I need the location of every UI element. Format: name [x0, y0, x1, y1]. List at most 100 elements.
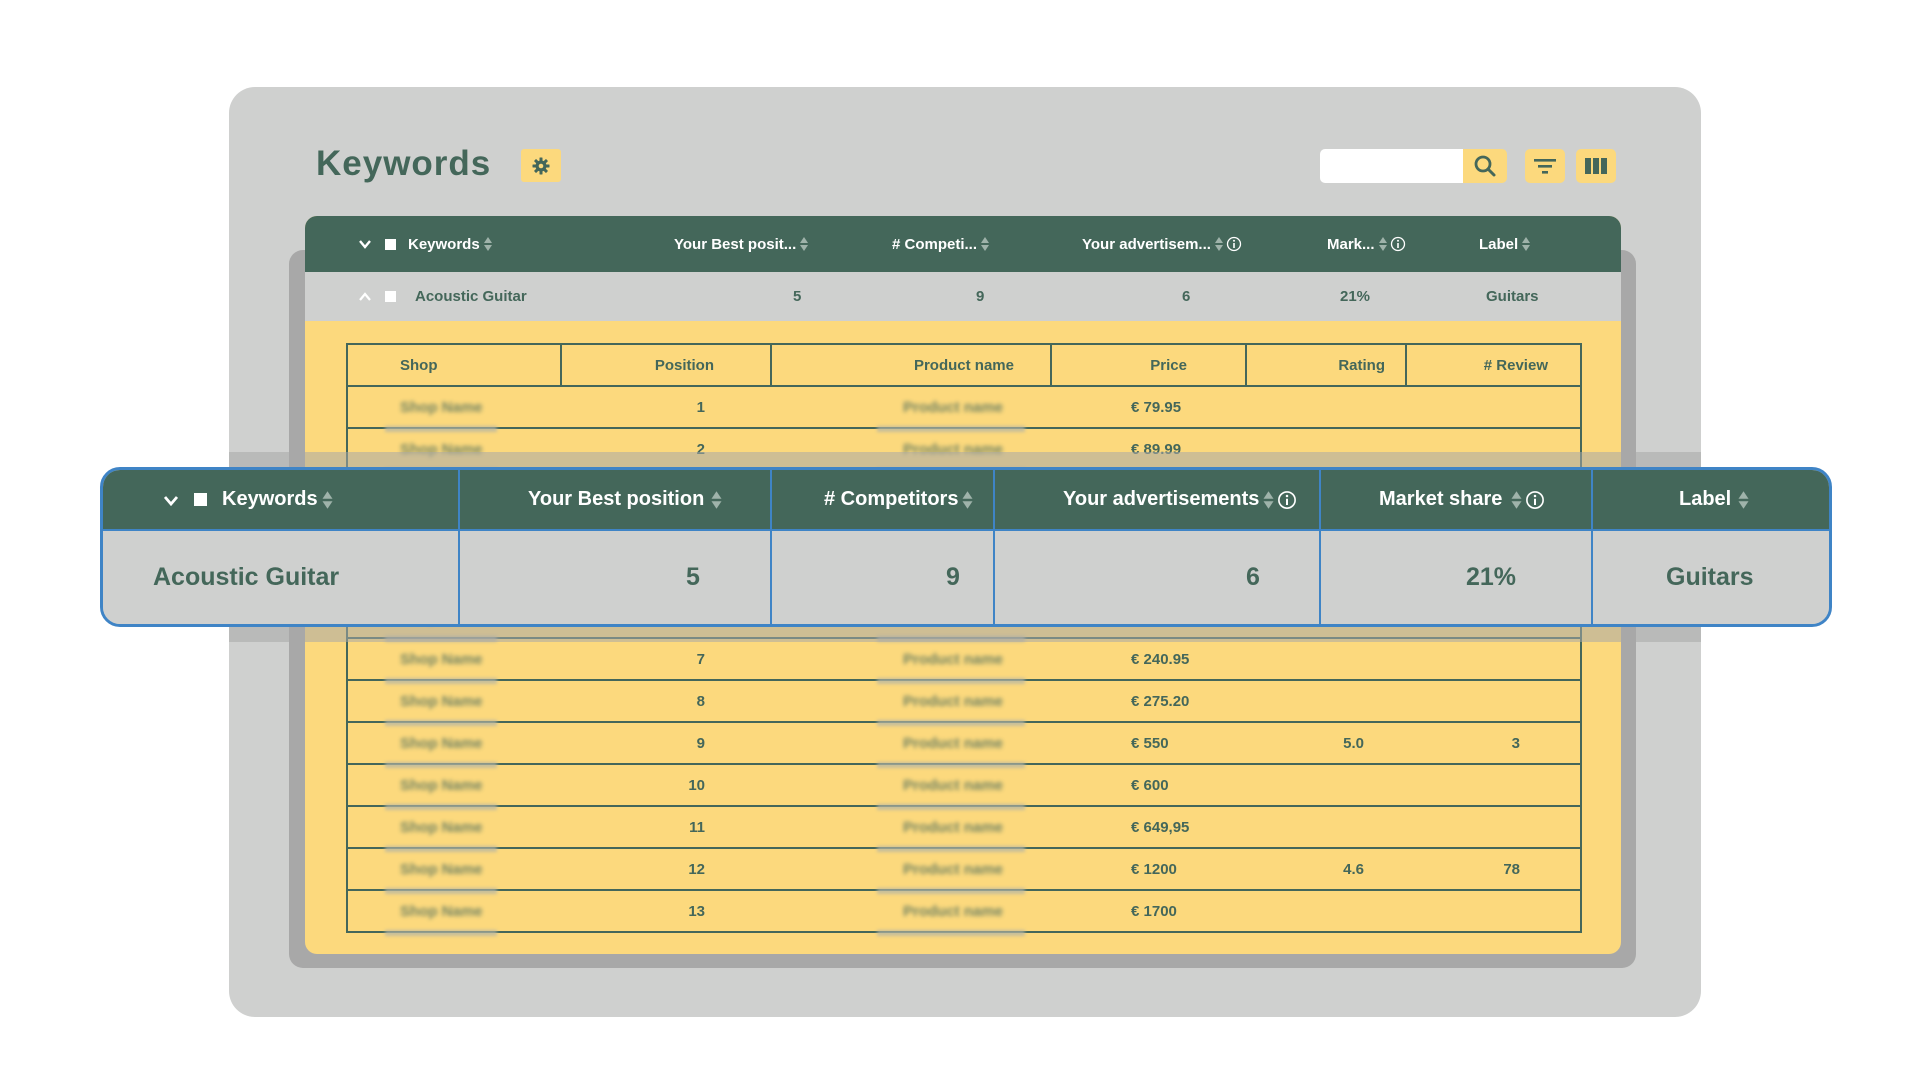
sort-icon — [1522, 237, 1531, 251]
label-cell: Guitars — [1486, 288, 1539, 305]
zoom-header-advertisements[interactable]: Your advertisements — [1063, 470, 1297, 529]
zoom-header-competitors[interactable]: # Competitors — [824, 470, 974, 529]
filter-icon — [1534, 159, 1556, 174]
sort-icon — [1263, 490, 1274, 509]
settings-button[interactable] — [521, 149, 561, 182]
zoom-advertisements-cell: 6 — [1246, 563, 1260, 591]
sort-icon — [1511, 490, 1522, 509]
zoom-header-market-share[interactable]: Market share — [1379, 470, 1545, 529]
header-label[interactable]: Label — [1479, 216, 1531, 272]
reviews-cell — [1406, 805, 1582, 849]
keyword-row[interactable]: Acoustic Guitar 5 9 6 21% Guitars — [305, 272, 1621, 321]
sub-header-shop[interactable]: Shop — [346, 343, 562, 387]
table-row[interactable]: Shop Name 13 Product name € 1700 — [346, 889, 1582, 936]
keyword-cell: Acoustic Guitar — [415, 288, 527, 305]
position-cell: 10 — [561, 763, 771, 807]
table-row[interactable]: Shop Name 12 Product name € 1200 4.6 78 — [346, 847, 1582, 894]
column-divider — [1319, 470, 1321, 624]
table-row[interactable]: Shop Name 11 Product name € 649,95 — [346, 805, 1582, 852]
zoom-header-label[interactable]: Label — [1679, 470, 1750, 529]
collapse-toggle[interactable] — [359, 272, 371, 321]
sort-icon — [1738, 490, 1749, 509]
reviews-cell: 78 — [1406, 847, 1582, 891]
zoom-select-checkbox[interactable] — [194, 470, 207, 529]
header-advertisements[interactable]: Your advertisem... — [1082, 216, 1242, 272]
price-cell: € 240.95 — [1051, 637, 1246, 681]
zoom-market-share-cell: 21% — [1466, 563, 1517, 591]
columns-button[interactable] — [1576, 149, 1616, 183]
zoom-data-row[interactable]: Acoustic Guitar 5 9 6 21% Guitars — [103, 531, 1829, 624]
table-row[interactable]: Shop Name 8 Product name € 275.20 — [346, 679, 1582, 726]
position-cell: 12 — [561, 847, 771, 891]
search-button[interactable] — [1463, 149, 1507, 183]
sort-icon — [1378, 237, 1387, 251]
rating-cell — [1246, 679, 1406, 723]
info-icon[interactable] — [1226, 236, 1242, 252]
shop-cell: Shop Name — [346, 847, 561, 894]
chevron-down-icon — [359, 240, 371, 249]
sub-header-price[interactable]: Price — [1050, 343, 1247, 387]
rating-cell — [1246, 385, 1406, 429]
position-cell: 7 — [561, 637, 771, 681]
zoom-header-best-position[interactable]: Your Best position — [528, 470, 723, 529]
header-market-share[interactable]: Mark... — [1327, 216, 1406, 272]
select-all-checkbox[interactable] — [385, 216, 396, 272]
price-cell: € 649,95 — [1051, 805, 1246, 849]
reviews-cell — [1406, 763, 1582, 807]
zoom-keyword-cell: Acoustic Guitar — [153, 563, 340, 591]
header-keywords[interactable]: Keywords — [408, 216, 493, 272]
shop-cell: Shop Name — [346, 721, 561, 768]
column-divider — [1591, 470, 1593, 624]
reviews-cell — [1406, 637, 1582, 681]
zoom-best-position-cell: 5 — [686, 563, 700, 591]
sort-icon — [1214, 237, 1223, 251]
columns-icon — [1585, 158, 1607, 174]
sort-icon — [483, 237, 492, 251]
table-row[interactable]: Shop Name 7 Product name € 240.95 — [346, 637, 1582, 684]
product-cell: Product name — [771, 721, 1051, 768]
product-cell: Product name — [771, 847, 1051, 894]
sub-header-rating[interactable]: Rating — [1245, 343, 1407, 387]
info-icon[interactable] — [1277, 490, 1297, 510]
search-icon — [1474, 155, 1496, 177]
rating-cell — [1246, 637, 1406, 681]
zoom-header-keywords[interactable]: Keywords — [222, 470, 334, 529]
info-icon[interactable] — [1390, 236, 1406, 252]
position-cell: 9 — [561, 721, 771, 765]
position-cell: 13 — [561, 889, 771, 933]
price-cell: € 600 — [1051, 763, 1246, 807]
filter-button[interactable] — [1525, 149, 1565, 183]
expand-all-toggle[interactable] — [359, 216, 371, 272]
sub-header-position[interactable]: Position — [560, 343, 772, 387]
reviews-cell: 3 — [1406, 721, 1582, 765]
column-divider — [458, 470, 460, 624]
zoom-expand-toggle[interactable] — [163, 470, 179, 529]
shop-cell: Shop Name — [346, 889, 561, 936]
reviews-cell — [1406, 679, 1582, 723]
sub-header-product[interactable]: Product name — [770, 343, 1052, 387]
best-position-cell: 5 — [793, 288, 802, 305]
chevron-up-icon — [359, 291, 371, 301]
info-icon[interactable] — [1525, 490, 1545, 510]
column-divider — [770, 470, 772, 624]
table-row[interactable]: Shop Name 1 Product name € 79.95 — [346, 385, 1582, 432]
sort-icon — [800, 237, 809, 251]
shop-cell: Shop Name — [346, 679, 561, 726]
header-competitors[interactable]: # Competi... — [892, 216, 990, 272]
rating-cell: 4.6 — [1246, 847, 1406, 891]
price-cell: € 275.20 — [1051, 679, 1246, 723]
table-row[interactable]: Shop Name 9 Product name € 550 5.0 3 — [346, 721, 1582, 768]
shop-cell: Shop Name — [346, 805, 561, 852]
position-cell: 1 — [561, 385, 771, 429]
table-row[interactable]: Shop Name 10 Product name € 600 — [346, 763, 1582, 810]
zoom-competitors-cell: 9 — [946, 563, 960, 591]
sub-header-reviews[interactable]: # Review — [1405, 343, 1582, 387]
sort-icon — [711, 490, 722, 509]
price-cell: € 550 — [1051, 721, 1246, 765]
rating-cell — [1246, 889, 1406, 933]
row-checkbox[interactable] — [385, 272, 396, 321]
search-input[interactable] — [1320, 149, 1464, 183]
product-cell: Product name — [771, 889, 1051, 936]
header-best-position[interactable]: Your Best posit... — [674, 216, 809, 272]
gear-icon — [532, 157, 550, 174]
